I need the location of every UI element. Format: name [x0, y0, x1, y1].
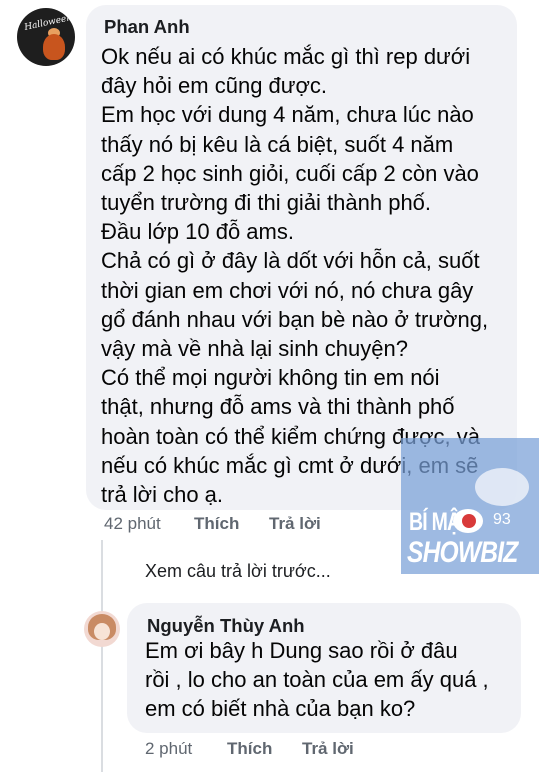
comment-timestamp[interactable]: 42 phút: [104, 514, 194, 534]
watermark-logo: BÍ MẬT 93 SHOWBIZ: [401, 438, 539, 574]
comment-actions: 42 phút Thích Trả lời: [104, 514, 321, 534]
reply-text: Em ơi bây h Dung sao rồi ở đâu rồi , lo …: [145, 638, 489, 721]
view-previous-replies-link[interactable]: Xem câu trả lời trước...: [145, 561, 331, 582]
watermark-bottom-text: SHOWBIZ: [407, 536, 518, 569]
comment-reply-button[interactable]: Trả lời: [269, 514, 321, 534]
avatar-figure: [43, 34, 65, 60]
reply-actions: 2 phút Thích Trả lời: [145, 739, 354, 759]
commenter-avatar[interactable]: Halloween: [17, 8, 75, 66]
reply-timestamp[interactable]: 2 phút: [145, 739, 227, 759]
comment-author[interactable]: Phan Anh: [104, 16, 190, 38]
thread-line: [101, 540, 103, 772]
comment-like-button[interactable]: Thích: [194, 514, 269, 534]
reply-avatar[interactable]: [84, 611, 120, 647]
watermark-badge-icon: [453, 509, 483, 533]
watermark-speech-bubble: [475, 468, 529, 506]
reply-author[interactable]: Nguyễn Thùy Anh: [147, 615, 305, 637]
avatar-face: [94, 623, 110, 640]
reply-reply-button[interactable]: Trả lời: [302, 739, 354, 759]
reply-like-button[interactable]: Thích: [227, 739, 302, 759]
watermark-number: 93: [493, 511, 511, 528]
